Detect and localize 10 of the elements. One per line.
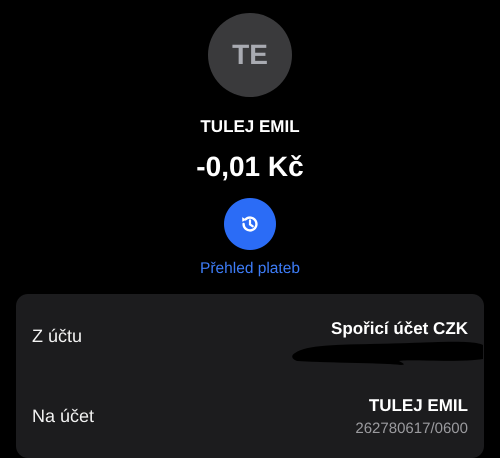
detail-value: TULEJ EMIL [368, 396, 468, 416]
account-number: 262780617/0600 [355, 420, 468, 436]
detail-label: Na účet [32, 406, 94, 426]
avatar-initials: TE [232, 39, 268, 71]
history-button[interactable] [224, 198, 276, 250]
detail-value: Spořicí účet CZK [331, 319, 468, 339]
detail-label: Z účtu [32, 326, 82, 346]
payment-overview-link[interactable]: Přehled plateb [200, 260, 300, 278]
payee-name: TULEJ EMIL [200, 117, 300, 137]
amount: -0,01 Kč [196, 151, 304, 183]
